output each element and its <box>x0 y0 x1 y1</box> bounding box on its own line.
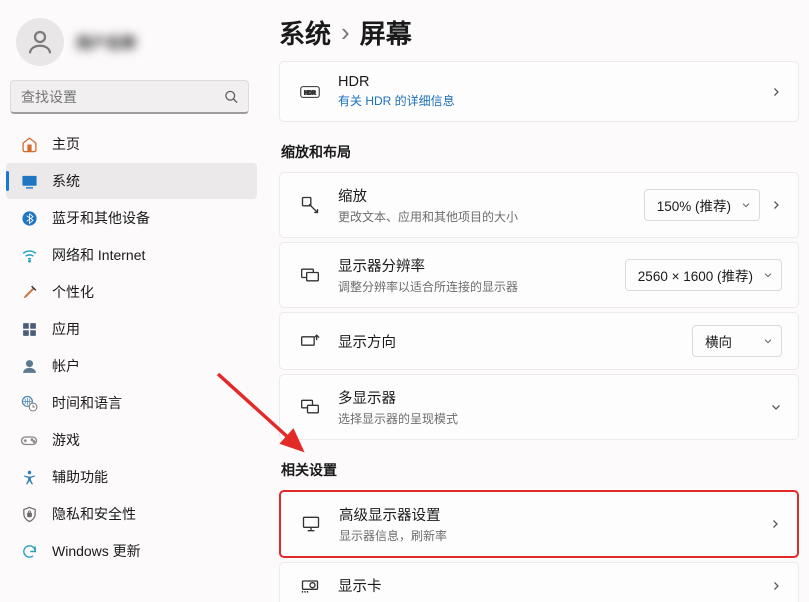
nav-accessibility[interactable]: 辅助功能 <box>6 459 257 495</box>
bluetooth-icon <box>20 209 38 227</box>
nav-label: 主页 <box>52 134 80 154</box>
nav-label: 蓝牙和其他设备 <box>52 208 150 228</box>
resolution-icon <box>300 265 320 285</box>
card-graphics[interactable]: 显示卡 <box>279 562 799 602</box>
card-sub: 选择显示器的呈现模式 <box>338 410 752 427</box>
card-sub-link[interactable]: 有关 HDR 的详细信息 <box>338 92 752 109</box>
card-title: 显示器分辨率 <box>338 255 607 276</box>
globe-clock-icon <box>20 394 38 412</box>
card-title: HDR <box>338 74 752 90</box>
search-box[interactable] <box>10 80 249 114</box>
orientation-icon <box>300 331 320 351</box>
chevron-down-icon <box>763 336 773 346</box>
nav-label: 辅助功能 <box>52 467 108 487</box>
user-icon <box>20 357 38 375</box>
chevron-right-icon <box>769 518 781 530</box>
zoom-value: 150% (推荐) <box>657 195 731 215</box>
user-profile[interactable]: 用户名称 <box>6 12 257 80</box>
home-icon <box>20 135 38 153</box>
multi-display-icon <box>300 397 320 417</box>
search-input[interactable] <box>10 80 249 114</box>
breadcrumb-sep: › <box>341 17 350 48</box>
nav-privacy[interactable]: 隐私和安全性 <box>6 496 257 532</box>
wifi-icon <box>20 246 38 264</box>
card-title: 显示卡 <box>338 575 752 596</box>
brush-icon <box>20 283 38 301</box>
card-orientation[interactable]: 显示方向 横向 <box>279 312 799 370</box>
svg-text:HDR: HDR <box>304 90 316 96</box>
card-zoom[interactable]: 缩放 更改文本、应用和其他项目的大小 150% (推荐) <box>279 172 799 238</box>
nav-home[interactable]: 主页 <box>6 126 257 162</box>
nav-personalization[interactable]: 个性化 <box>6 274 257 310</box>
chevron-down-icon <box>763 270 773 280</box>
breadcrumb: 系统 › 屏幕 <box>279 14 799 51</box>
system-icon <box>20 172 38 190</box>
card-title: 显示方向 <box>338 331 674 352</box>
card-title: 多显示器 <box>338 387 752 408</box>
chevron-down-icon <box>770 401 782 413</box>
nav-label: 网络和 Internet <box>52 245 145 265</box>
monitor-icon <box>301 514 321 534</box>
zoom-select[interactable]: 150% (推荐) <box>644 189 760 221</box>
section-related-title: 相关设置 <box>281 460 799 480</box>
nav-label: Windows 更新 <box>52 541 141 561</box>
update-icon <box>20 542 38 560</box>
sidebar: 用户名称 主页 系统 蓝牙和其他设备 网络和 Internet 个性化 <box>0 0 263 602</box>
apps-icon <box>20 320 38 338</box>
nav-list: 主页 系统 蓝牙和其他设备 网络和 Internet 个性化 应用 帐户 时间 <box>6 126 257 569</box>
shield-icon <box>20 505 38 523</box>
resolution-select[interactable]: 2560 × 1600 (推荐) <box>625 259 782 291</box>
nav-time-language[interactable]: 时间和语言 <box>6 385 257 421</box>
nav-windows-update[interactable]: Windows 更新 <box>6 533 257 569</box>
scale-icon <box>300 195 320 215</box>
chevron-right-icon <box>770 580 782 592</box>
nav-label: 时间和语言 <box>52 393 122 413</box>
hdr-icon: HDR <box>300 82 320 102</box>
nav-label: 隐私和安全性 <box>52 504 136 524</box>
card-title: 高级显示器设置 <box>339 504 751 525</box>
nav-system[interactable]: 系统 <box>6 163 257 199</box>
search-icon <box>224 90 239 105</box>
card-resolution[interactable]: 显示器分辨率 调整分辨率以适合所连接的显示器 2560 × 1600 (推荐) <box>279 242 799 308</box>
card-hdr[interactable]: HDR HDR 有关 HDR 的详细信息 <box>279 61 799 122</box>
chevron-right-icon <box>770 86 782 98</box>
card-sub: 更改文本、应用和其他项目的大小 <box>338 208 626 225</box>
card-title: 缩放 <box>338 185 626 206</box>
gpu-icon <box>300 576 320 596</box>
gamepad-icon <box>20 431 38 449</box>
section-scale-title: 缩放和布局 <box>281 142 799 162</box>
card-sub: 显示器信息，刷新率 <box>339 527 751 544</box>
chevron-down-icon <box>741 200 751 210</box>
nav-apps[interactable]: 应用 <box>6 311 257 347</box>
card-advanced-display[interactable]: 高级显示器设置 显示器信息，刷新率 <box>279 490 799 558</box>
nav-label: 个性化 <box>52 282 94 302</box>
card-sub: 调整分辨率以适合所连接的显示器 <box>338 278 607 295</box>
orientation-value: 横向 <box>705 331 732 351</box>
nav-accounts[interactable]: 帐户 <box>6 348 257 384</box>
nav-label: 系统 <box>52 171 80 191</box>
nav-bluetooth[interactable]: 蓝牙和其他设备 <box>6 200 257 236</box>
chevron-right-icon <box>770 199 782 211</box>
nav-label: 应用 <box>52 319 80 339</box>
breadcrumb-current: 屏幕 <box>360 14 412 51</box>
resolution-value: 2560 × 1600 (推荐) <box>638 265 753 285</box>
nav-label: 游戏 <box>52 430 80 450</box>
breadcrumb-parent[interactable]: 系统 <box>279 14 331 51</box>
accessibility-icon <box>20 468 38 486</box>
user-name: 用户名称 <box>76 32 136 53</box>
nav-network[interactable]: 网络和 Internet <box>6 237 257 273</box>
nav-gaming[interactable]: 游戏 <box>6 422 257 458</box>
nav-label: 帐户 <box>52 356 80 376</box>
card-multi-display[interactable]: 多显示器 选择显示器的呈现模式 <box>279 374 799 440</box>
main-content: 系统 › 屏幕 HDR HDR 有关 HDR 的详细信息 缩放和布局 缩放 更改… <box>263 0 809 602</box>
orientation-select[interactable]: 横向 <box>692 325 782 357</box>
avatar <box>16 18 64 66</box>
